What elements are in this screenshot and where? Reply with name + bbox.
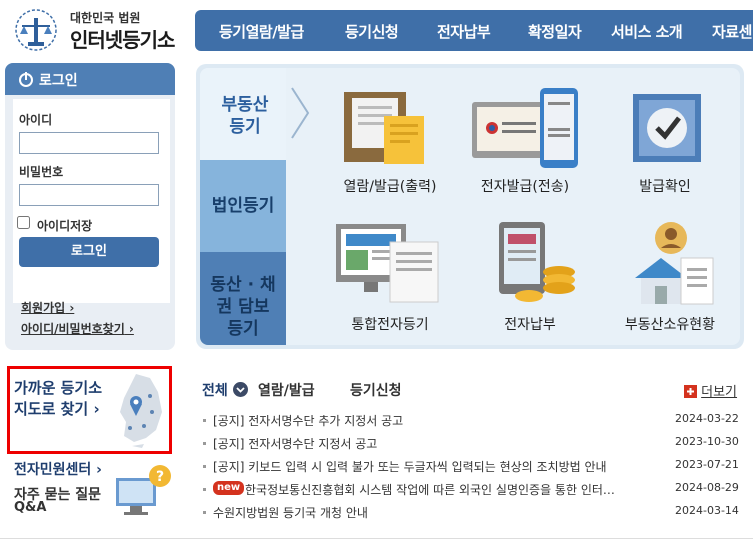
checkmark-document-icon	[633, 94, 701, 162]
save-id-label[interactable]: 아이디저장	[37, 217, 92, 234]
notice-date: 2023-10-30	[675, 435, 739, 448]
password-input[interactable]	[19, 184, 159, 206]
tab-view-issue-notices[interactable]: 열람/발급	[258, 380, 315, 400]
nav-e-payment[interactable]: 전자납부	[437, 21, 491, 42]
nav-service-intro[interactable]: 서비스 소개	[611, 21, 683, 42]
password-label: 비밀번호	[19, 165, 64, 179]
id-label: 아이디	[19, 113, 53, 127]
tab-real-estate-label: 부동산 등기	[221, 95, 269, 137]
service-e-issue-label: 전자발급(전송)	[480, 179, 570, 195]
notice-date: 2024-03-14	[675, 504, 739, 517]
service-e-issue[interactable]: 전자발급(전송)	[460, 86, 590, 198]
find-account-link[interactable]: 아이디/비밀번호찾기 ›	[21, 320, 134, 337]
login-form: 아이디 비밀번호 아이디저장 로그인	[13, 99, 170, 303]
nav-registration-apply[interactable]: 등기신청	[345, 21, 399, 42]
bullet	[203, 511, 206, 514]
service-issue-verify-label: 발급확인	[639, 179, 691, 195]
svg-text:?: ?	[156, 469, 164, 485]
map-link-line1: 가까운 등기소	[14, 379, 103, 397]
notice-item[interactable]: [공지] 전자서명수단 추가 지정서 공고 2024-03-22	[203, 412, 743, 432]
service-panel: 부동산 등기 법인등기 동산 · 채권 담보 등기 열람/발급(출력) 전자발급…	[196, 64, 744, 349]
chevron-right-icon	[291, 87, 310, 139]
help-monitor-icon: ?	[116, 465, 171, 515]
tablet-coins-icon	[499, 222, 575, 302]
save-id-checkbox[interactable]	[17, 216, 30, 229]
e-civil-center-label: 전자민원센터	[14, 462, 92, 478]
tab-all-label: 전체	[202, 383, 228, 399]
service-property-ownership[interactable]: 부동산소유현황	[605, 216, 735, 333]
new-badge: new	[213, 481, 245, 495]
login-title: 로그인	[39, 73, 78, 89]
service-issue-verify[interactable]: 발급확인	[605, 86, 725, 198]
tab-real-estate-registration[interactable]: 부동산 등기	[200, 68, 310, 160]
tab-movable-collateral-registration[interactable]: 동산 · 채권 담보 등기	[200, 252, 286, 345]
tab-movable-label: 동산 · 채권 담보 등기	[210, 275, 276, 339]
tab-corporate-registration[interactable]: 법인등기	[200, 160, 286, 252]
service-property-ownership-label: 부동산소유현황	[624, 317, 716, 333]
notice-title: [공지] 전자서명수단 추가 지정서 공고	[213, 414, 404, 428]
service-view-issue-label: 열람/발급(출력)	[343, 179, 437, 195]
more-link[interactable]: 더보기	[684, 381, 737, 400]
bullet	[203, 465, 206, 468]
main-navigation: 등기열람/발급 등기신청 전자납부 확정일자 서비스 소개 자료센	[195, 10, 753, 51]
footer-divider	[0, 538, 753, 539]
plus-icon	[684, 385, 697, 398]
service-e-payment-label: 전자납부	[504, 317, 556, 333]
notice-date: 2024-03-22	[675, 412, 739, 425]
id-input[interactable]	[19, 132, 159, 154]
notice-title: [공지] 전자서명수단 지정서 공고	[213, 437, 378, 451]
qna-link[interactable]: Q&A	[14, 500, 46, 515]
map-link-line2-text: 지도로 찾기	[14, 400, 89, 418]
monitor-document-icon	[336, 224, 439, 303]
tab-all-notices[interactable]: 전체	[202, 380, 248, 400]
service-integrated-e-registration-label: 통합전자등기	[351, 317, 429, 333]
chevron-down-icon	[232, 382, 248, 397]
document-print-icon	[344, 92, 424, 164]
tab-registration-notices[interactable]: 등기신청	[350, 380, 402, 400]
service-view-issue[interactable]: 열람/발급(출력)	[320, 86, 460, 198]
notice-title: 수원지방법원 등기국 개청 안내	[213, 506, 368, 520]
notice-item[interactable]: 수원지방법원 등기국 개청 안내 2024-03-14	[203, 504, 743, 524]
notice-item[interactable]: [공지] 전자서명수단 지정서 공고 2023-10-30	[203, 435, 743, 455]
power-icon	[19, 72, 33, 87]
service-e-payment[interactable]: 전자납부	[465, 216, 595, 333]
signup-link-text: 회원가입	[21, 301, 66, 315]
tab-corporate-label: 법인등기	[211, 196, 275, 216]
map-link-line2: 지도로 찾기 ›	[14, 400, 100, 418]
find-account-link-text: 아이디/비밀번호찾기	[21, 322, 125, 336]
bullet	[203, 419, 206, 422]
notice-title: 한국정보통신진흥협회 시스템 작업에 따른 외국인 실명인증을 통한 인터…	[245, 483, 615, 497]
notice-item[interactable]: [공지] 키보드 입력 시 입력 불가 또는 두글자씩 입력되는 현상의 조치방…	[203, 458, 743, 478]
notice-item[interactable]: new 한국정보통신진흥협회 시스템 작업에 따른 외국인 실명인증을 통한 인…	[203, 481, 743, 501]
login-header: 로그인	[5, 63, 175, 95]
court-seal-logo[interactable]	[12, 8, 60, 52]
service-integrated-e-registration[interactable]: 통합전자등기	[320, 216, 460, 333]
e-document-transfer-icon	[472, 88, 578, 168]
nav-view-issue[interactable]: 등기열람/발급	[219, 21, 304, 42]
notice-title: [공지] 키보드 입력 시 입력 불가 또는 두글자씩 입력되는 현상의 조치방…	[213, 460, 607, 474]
login-button[interactable]: 로그인	[19, 237, 159, 267]
e-civil-center-link[interactable]: 전자민원센터 ›	[14, 459, 102, 479]
site-logo-text[interactable]: 인터넷등기소	[70, 24, 175, 53]
login-panel: 로그인 아이디 비밀번호 아이디저장 로그인 회원가입 › 아이디/비밀번호찾기…	[5, 63, 175, 350]
more-link-label: 더보기	[701, 385, 738, 400]
notice-date: 2023-07-21	[675, 458, 739, 471]
notice-date: 2024-08-29	[675, 481, 739, 494]
nav-confirmed-date[interactable]: 확정일자	[528, 21, 582, 42]
house-owner-icon	[635, 222, 714, 305]
signup-link[interactable]: 회원가입 ›	[21, 299, 74, 316]
nav-data-center[interactable]: 자료센	[712, 21, 752, 42]
korea-map-icon	[120, 374, 162, 448]
bullet	[203, 488, 206, 491]
bullet	[203, 442, 206, 445]
